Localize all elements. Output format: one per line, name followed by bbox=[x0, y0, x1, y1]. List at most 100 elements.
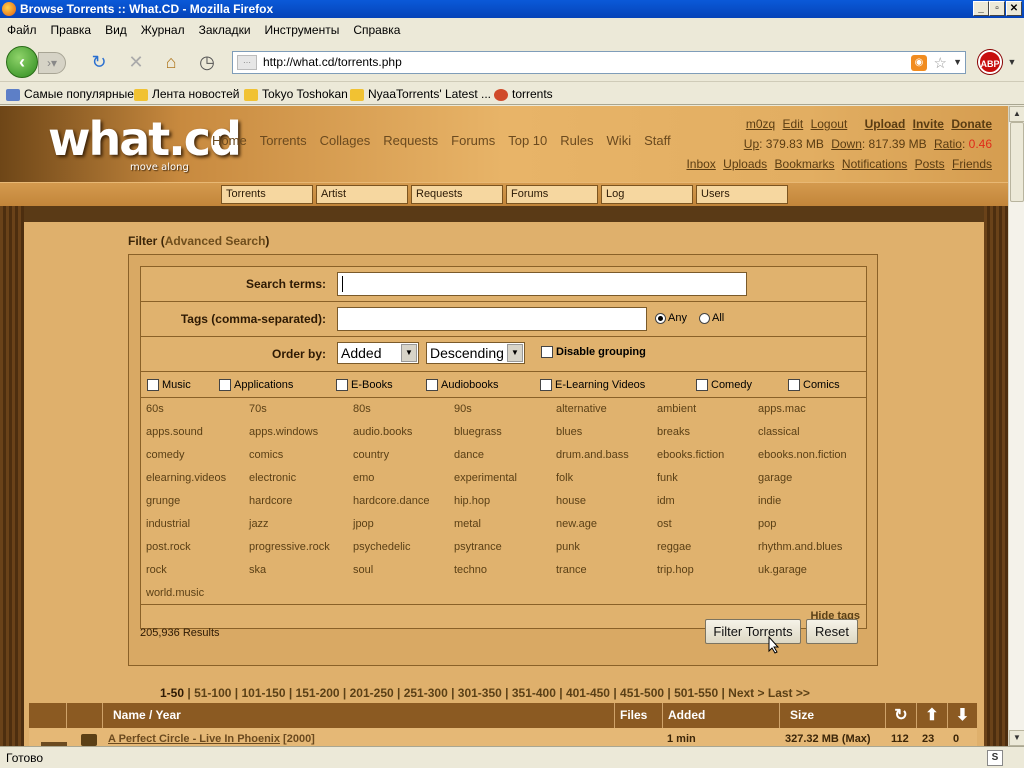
nav-requests[interactable]: Requests bbox=[383, 133, 438, 148]
tag-link[interactable]: jpop bbox=[353, 518, 374, 530]
category-checkbox[interactable] bbox=[219, 379, 231, 392]
all-radio[interactable] bbox=[699, 312, 710, 324]
tags-all-option[interactable]: All bbox=[699, 312, 724, 324]
category-elearning-videos[interactable]: E-Learning Videos bbox=[540, 379, 645, 392]
header-added[interactable]: Added bbox=[663, 703, 780, 728]
tag-link[interactable]: folk bbox=[556, 472, 573, 484]
header-size[interactable]: Size bbox=[780, 703, 886, 728]
nav-rules[interactable]: Rules bbox=[560, 133, 593, 148]
vertical-scrollbar[interactable]: ▲ ▼ bbox=[1008, 106, 1024, 746]
history-icon[interactable]: ◷ bbox=[196, 51, 218, 73]
tag-link[interactable]: dance bbox=[454, 449, 484, 461]
category-checkbox[interactable] bbox=[788, 379, 800, 392]
tag-link[interactable]: rock bbox=[146, 564, 167, 576]
rss-feed-icon[interactable]: ◉ bbox=[911, 55, 927, 71]
tag-link[interactable]: experimental bbox=[454, 472, 517, 484]
tag-link[interactable]: audio.books bbox=[353, 426, 412, 438]
addon-status-icon[interactable]: S bbox=[987, 750, 1003, 766]
header-name-year[interactable]: Name / Year bbox=[103, 703, 615, 728]
tag-link[interactable]: blues bbox=[556, 426, 582, 438]
tag-link[interactable]: country bbox=[353, 449, 389, 461]
bookmark-torrents[interactable]: torrents bbox=[494, 83, 553, 105]
category-ebooks[interactable]: E-Books bbox=[336, 379, 393, 392]
pager-link[interactable]: 51-100 bbox=[194, 686, 231, 700]
forward-button[interactable]: ›▾ bbox=[38, 52, 66, 74]
tag-link[interactable]: grunge bbox=[146, 495, 180, 507]
order-direction-select[interactable]: Descending ▼ bbox=[426, 342, 525, 364]
search-forums-box[interactable]: Forums bbox=[506, 185, 598, 204]
notifications-link[interactable]: Notifications bbox=[842, 157, 907, 171]
tag-link[interactable]: elearning.videos bbox=[146, 472, 226, 484]
nav-wiki[interactable]: Wiki bbox=[607, 133, 632, 148]
tag-link[interactable]: post.rock bbox=[146, 541, 191, 553]
search-terms-input[interactable] bbox=[337, 272, 747, 296]
tag-link[interactable]: industrial bbox=[146, 518, 190, 530]
pager-link[interactable]: 451-500 bbox=[620, 686, 664, 700]
torrent-title-link[interactable]: A Perfect Circle - Live In Phoenix [2000… bbox=[108, 733, 315, 745]
maximize-icon[interactable]: ▫ bbox=[989, 1, 1005, 16]
pager-next[interactable]: Next > bbox=[728, 686, 764, 700]
any-radio[interactable] bbox=[655, 312, 666, 324]
friends-link[interactable]: Friends bbox=[952, 157, 992, 171]
tag-link[interactable]: hip.hop bbox=[454, 495, 490, 507]
tag-link[interactable]: 90s bbox=[454, 403, 472, 415]
header-files[interactable]: Files bbox=[615, 703, 663, 728]
disable-grouping-checkbox[interactable] bbox=[541, 346, 553, 359]
category-comedy[interactable]: Comedy bbox=[696, 379, 752, 392]
adblock-plus-icon[interactable]: ABP bbox=[978, 50, 1002, 74]
tag-link[interactable]: apps.sound bbox=[146, 426, 203, 438]
tag-link[interactable]: uk.garage bbox=[758, 564, 807, 576]
bookmarks-link[interactable]: Bookmarks bbox=[775, 157, 835, 171]
tags-input[interactable] bbox=[337, 307, 647, 331]
home-icon[interactable]: ⌂ bbox=[160, 51, 182, 73]
url-dropdown-icon[interactable]: ▼ bbox=[953, 52, 962, 73]
disable-grouping-option[interactable]: Disable grouping bbox=[541, 346, 646, 359]
tag-link[interactable]: apps.mac bbox=[758, 403, 806, 415]
category-music[interactable]: Music bbox=[147, 379, 191, 392]
menu-edit[interactable]: Правка bbox=[44, 18, 99, 42]
category-audiobooks[interactable]: Audiobooks bbox=[426, 379, 499, 392]
tag-link[interactable]: funk bbox=[657, 472, 678, 484]
pager-link[interactable]: 501-550 bbox=[674, 686, 718, 700]
tag-link[interactable]: comics bbox=[249, 449, 283, 461]
uploads-link[interactable]: Uploads bbox=[723, 157, 767, 171]
tag-link[interactable]: reggae bbox=[657, 541, 691, 553]
tag-link[interactable]: ost bbox=[657, 518, 672, 530]
nav-staff[interactable]: Staff bbox=[644, 133, 671, 148]
donate-link[interactable]: Donate bbox=[951, 117, 992, 131]
pager-link[interactable]: 401-450 bbox=[566, 686, 610, 700]
tag-link[interactable]: progressive.rock bbox=[249, 541, 330, 553]
seeders-icon[interactable]: ⬆ bbox=[917, 703, 948, 728]
category-applications[interactable]: Applications bbox=[219, 379, 293, 392]
tag-link[interactable]: house bbox=[556, 495, 586, 507]
menu-tools[interactable]: Инструменты bbox=[258, 18, 347, 42]
search-artist-box[interactable]: Artist bbox=[316, 185, 408, 204]
category-checkbox[interactable] bbox=[336, 379, 348, 392]
tag-link[interactable]: metal bbox=[454, 518, 481, 530]
tag-link[interactable]: classical bbox=[758, 426, 800, 438]
pager-link[interactable]: 101-150 bbox=[241, 686, 285, 700]
tag-link[interactable]: ambient bbox=[657, 403, 696, 415]
logout-link[interactable]: Logout bbox=[811, 117, 848, 131]
tag-link[interactable]: indie bbox=[758, 495, 781, 507]
minimize-icon[interactable]: _ bbox=[973, 1, 989, 16]
tag-link[interactable]: hardcore bbox=[249, 495, 292, 507]
nav-home[interactable]: Home bbox=[212, 133, 247, 148]
tag-link[interactable]: psytrance bbox=[454, 541, 502, 553]
back-button[interactable]: ‹ bbox=[6, 46, 38, 78]
tag-link[interactable]: alternative bbox=[556, 403, 607, 415]
nav-forums[interactable]: Forums bbox=[451, 133, 495, 148]
tag-link[interactable]: soul bbox=[353, 564, 373, 576]
tag-link[interactable]: new.age bbox=[556, 518, 597, 530]
username-link[interactable]: m0zq bbox=[746, 117, 775, 131]
bookmark-news-feed[interactable]: Лента новостей bbox=[134, 83, 240, 105]
tag-link[interactable]: techno bbox=[454, 564, 487, 576]
reload-icon[interactable]: ↻ bbox=[88, 51, 110, 73]
bookmark-tokyo-toshokan[interactable]: Tokyo Toshokan bbox=[244, 83, 348, 105]
tag-link[interactable]: jazz bbox=[249, 518, 269, 530]
tag-link[interactable]: 80s bbox=[353, 403, 371, 415]
bookmark-popular[interactable]: Самые популярные bbox=[6, 83, 134, 105]
pager-link[interactable]: 301-350 bbox=[458, 686, 502, 700]
nav-top10[interactable]: Top 10 bbox=[508, 133, 547, 148]
tags-any-option[interactable]: Any bbox=[655, 312, 687, 324]
